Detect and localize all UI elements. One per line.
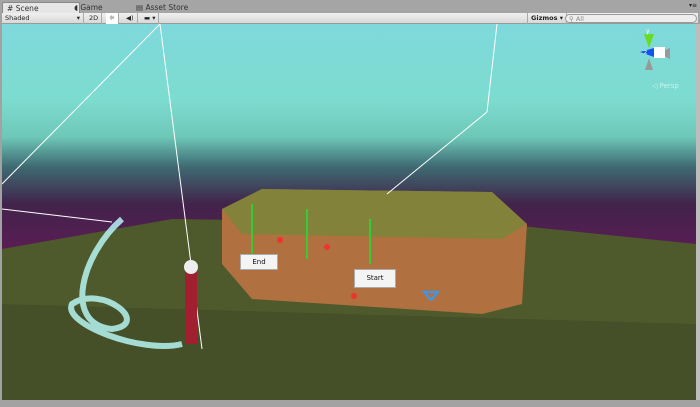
- platform-moss: [222, 189, 527, 239]
- tab-game[interactable]: ◖ Game: [70, 2, 107, 13]
- menu-icon[interactable]: ▾≡: [689, 2, 697, 9]
- 2d-toggle[interactable]: 2D: [86, 13, 103, 24]
- scene-viewport[interactable]: y z End Start ◁ Persp: [2, 24, 696, 400]
- tab-asset-store[interactable]: ▤ Asset Store: [132, 2, 192, 13]
- tab-scene[interactable]: # Scene: [2, 2, 80, 13]
- tab-bar: # Scene ◖ Game ▤ Asset Store ▾≡: [0, 0, 700, 13]
- character-head: [184, 260, 198, 274]
- scene-render: y z: [2, 24, 696, 400]
- character: [185, 264, 197, 344]
- gizmos-dropdown[interactable]: Gizmos ▾: [527, 13, 567, 24]
- shading-mode-dropdown[interactable]: Shaded ▾: [2, 13, 84, 24]
- start-label[interactable]: Start: [354, 269, 396, 288]
- gizmo-z-label: z: [644, 49, 647, 56]
- image-icon[interactable]: ▬ ▾: [141, 13, 160, 24]
- sun-icon[interactable]: ☼: [106, 13, 119, 24]
- camera-frustum-line: [2, 208, 113, 223]
- search-input[interactable]: ⚲ All: [565, 14, 697, 23]
- scrollbar[interactable]: [696, 24, 700, 400]
- end-label[interactable]: End: [240, 254, 278, 270]
- speaker-icon[interactable]: ◀): [123, 13, 138, 24]
- waypoint-dot[interactable]: [277, 237, 283, 243]
- gizmo-y-axis[interactable]: [644, 34, 654, 48]
- projection-label[interactable]: ◁ Persp: [652, 82, 679, 90]
- search-icon: ⚲: [569, 15, 574, 23]
- camera-frustum-line: [486, 24, 498, 113]
- waypoint-dot[interactable]: [351, 293, 357, 299]
- bottom-bar: [0, 400, 700, 407]
- gizmo-center-cube[interactable]: [654, 47, 665, 58]
- chevron-down-icon: ▾: [76, 14, 80, 22]
- pacman-icon: ◖: [74, 3, 78, 12]
- bag-icon: ▤: [136, 3, 144, 12]
- gizmo-y-label: y: [646, 28, 650, 35]
- camera-frustum-line: [386, 111, 488, 195]
- camera-frustum-line: [2, 24, 161, 185]
- scene-toolbar: Shaded ▾ 2D ☼ ◀) ▬ ▾ Gizmos ▾ ⚲ All: [2, 13, 698, 24]
- gizmo-neg-y-axis[interactable]: [645, 58, 653, 70]
- grid-icon: #: [7, 4, 14, 13]
- waypoint-dot[interactable]: [324, 244, 330, 250]
